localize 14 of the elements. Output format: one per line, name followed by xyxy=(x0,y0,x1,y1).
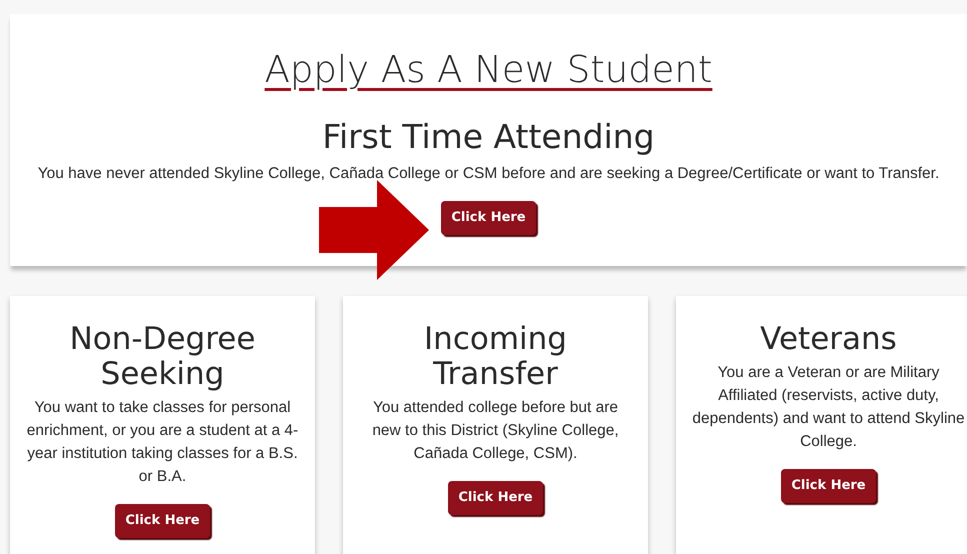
click-here-button[interactable]: Click Here xyxy=(448,481,543,514)
click-here-button[interactable]: Click Here xyxy=(441,201,536,235)
card-description: You want to take classes for personal enrichment, or you are a student at a 4-year institution taking classes for a B.S. or B.A. xyxy=(26,398,299,487)
page-heading: Apply As A New Student xyxy=(264,50,714,91)
card-title: Veterans xyxy=(759,322,898,357)
card-title: Incoming Transfer xyxy=(423,322,568,392)
arrow-icon xyxy=(319,180,429,280)
click-here-button[interactable]: Click Here xyxy=(115,504,210,538)
card-description: You are a Veteran or are Military Affiliated (reservists, active duty, dependents) and want to attend Skyline College. xyxy=(692,363,965,452)
card-title: Non-Degree Seeking xyxy=(68,322,256,392)
card-description: You attended college before but are new to this District (Skyline College, Cañada College, CSM). xyxy=(371,398,620,464)
card-description: You have never attended Skyline College, Cañada College or CSM before and are seeking a Degree/Certificate or want to Transfer. xyxy=(36,164,940,184)
click-here-button[interactable]: Click Here xyxy=(781,469,876,502)
card-title: First Time Attending xyxy=(321,116,656,156)
